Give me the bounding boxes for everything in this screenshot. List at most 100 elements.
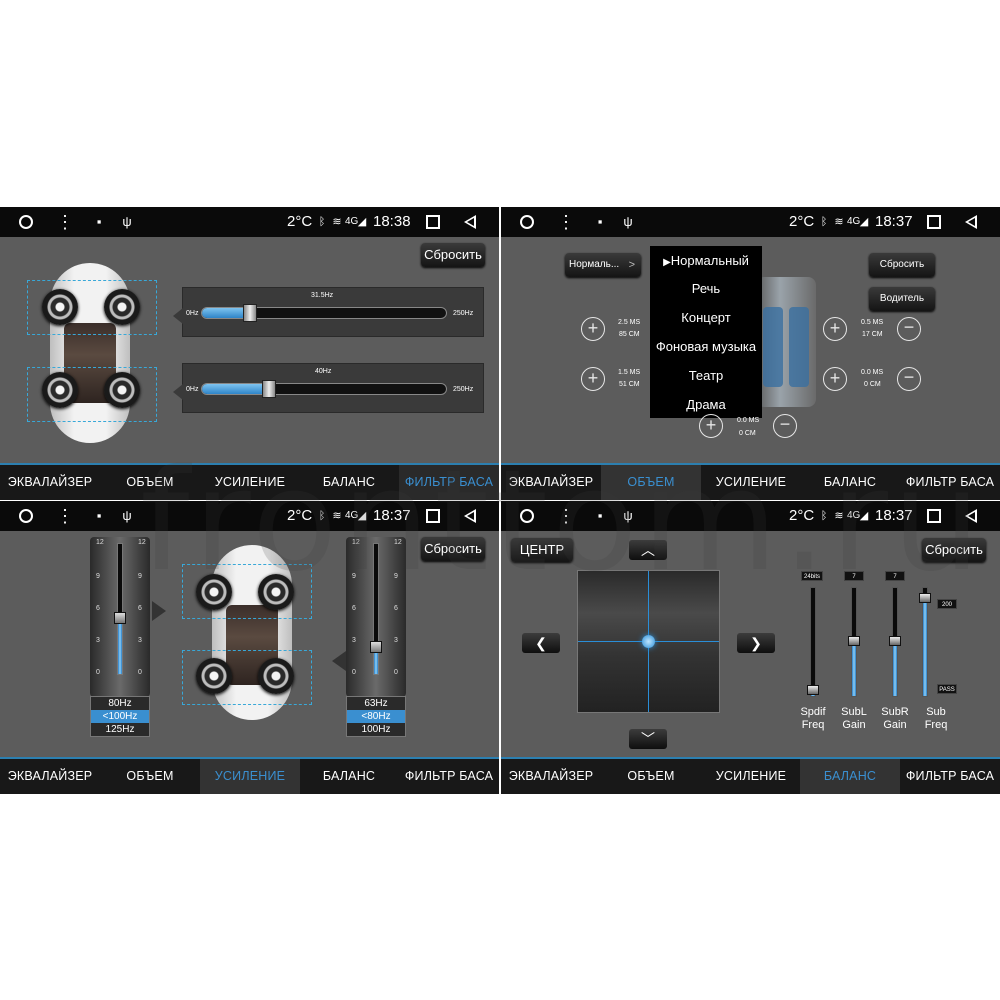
freq-option[interactable]: 100Hz bbox=[347, 723, 405, 736]
slider-thumb[interactable] bbox=[262, 380, 276, 398]
tab-volume[interactable]: ОБЪЕМ bbox=[100, 465, 200, 500]
home-circle-icon[interactable] bbox=[19, 509, 33, 523]
scale-label: 9 bbox=[138, 573, 142, 580]
label-line1: Spdif bbox=[800, 706, 826, 718]
slider-thumb[interactable] bbox=[243, 304, 257, 322]
more-vert-icon[interactable]: ⋮ bbox=[557, 207, 575, 237]
home-circle-icon[interactable] bbox=[520, 215, 534, 229]
preset-dropdown[interactable]: Нормаль... > bbox=[565, 253, 641, 277]
speaker-rear-right-icon bbox=[104, 372, 140, 408]
slider-fill bbox=[202, 384, 270, 394]
tab-bass-filter[interactable]: ФИЛЬТР БАСА bbox=[900, 465, 1000, 500]
tab-equalizer[interactable]: ЭКВАЛАЙЗЕР bbox=[0, 759, 100, 794]
tab-gain[interactable]: УСИЛЕНИЕ bbox=[701, 759, 801, 794]
temperature: 2°C bbox=[789, 213, 815, 230]
wifi-icon: ≋ bbox=[332, 510, 342, 522]
slider-thumb[interactable] bbox=[919, 593, 931, 603]
tab-volume[interactable]: ОБЪЕМ bbox=[601, 465, 701, 500]
more-vert-icon[interactable]: ⋮ bbox=[557, 501, 575, 531]
tab-gain[interactable]: УСИЛЕНИЕ bbox=[200, 465, 300, 500]
more-vert-icon[interactable]: ⋮ bbox=[56, 501, 74, 531]
recent-apps-icon[interactable] bbox=[426, 509, 440, 523]
spdif-freq-slider[interactable] bbox=[810, 587, 816, 697]
tab-volume[interactable]: ОБЪЕМ bbox=[100, 759, 200, 794]
slider-thumb[interactable] bbox=[807, 685, 819, 695]
reset-button[interactable]: Сбросить bbox=[421, 243, 485, 267]
arrow-up-button[interactable]: ︿ bbox=[629, 540, 667, 560]
menu-item-background-music[interactable]: Фоновая музыка bbox=[650, 339, 762, 354]
sub-freq-slider[interactable] bbox=[922, 587, 928, 697]
arrow-down-button[interactable]: ﹀ bbox=[629, 729, 667, 749]
menu-item-speech[interactable]: Речь bbox=[650, 281, 762, 296]
balance-point-icon[interactable] bbox=[642, 635, 655, 648]
tab-gain[interactable]: УСИЛЕНИЕ bbox=[701, 465, 801, 500]
freq-option[interactable]: 125Hz bbox=[91, 723, 149, 736]
signal-icon: ◢ bbox=[859, 216, 869, 228]
tab-bass-filter[interactable]: ФИЛЬТР БАСА bbox=[399, 465, 499, 500]
freq-option-selected[interactable]: <100Hz bbox=[91, 710, 149, 723]
tab-gain[interactable]: УСИЛЕНИЕ bbox=[200, 759, 300, 794]
tab-equalizer[interactable]: ЭКВАЛАЙЗЕР bbox=[0, 465, 100, 500]
scale-label: 12 bbox=[394, 539, 402, 546]
plus-icon[interactable]: + bbox=[581, 317, 605, 341]
freq-option[interactable]: 80Hz bbox=[91, 697, 149, 710]
slider-thumb[interactable] bbox=[889, 636, 901, 646]
clock: 18:37 bbox=[875, 507, 913, 524]
back-icon[interactable] bbox=[965, 509, 977, 523]
menu-item-normal[interactable]: ▶Нормальный bbox=[650, 253, 762, 268]
recent-apps-icon[interactable] bbox=[927, 509, 941, 523]
freq-option-selected[interactable]: <80Hz bbox=[347, 710, 405, 723]
back-icon[interactable] bbox=[965, 215, 977, 229]
recent-apps-icon[interactable] bbox=[927, 215, 941, 229]
menu-item-concert[interactable]: Концерт bbox=[650, 310, 762, 325]
slider-track[interactable] bbox=[117, 543, 123, 675]
tab-balance[interactable]: БАЛАНС bbox=[299, 759, 399, 794]
tab-bass-filter[interactable]: ФИЛЬТР БАСА bbox=[399, 759, 499, 794]
recent-apps-icon[interactable] bbox=[426, 215, 440, 229]
arrow-left-button[interactable]: ❮ bbox=[522, 633, 560, 653]
tab-balance[interactable]: БАЛАНС bbox=[800, 759, 900, 794]
tab-balance[interactable]: БАЛАНС bbox=[299, 465, 399, 500]
freq-option[interactable]: 63Hz bbox=[347, 697, 405, 710]
slider-track[interactable] bbox=[201, 307, 447, 319]
plus-icon[interactable]: + bbox=[581, 367, 605, 391]
slider-track[interactable] bbox=[201, 383, 447, 395]
back-icon[interactable] bbox=[464, 215, 476, 229]
tab-equalizer[interactable]: ЭКВАЛАЙЗЕР bbox=[501, 465, 601, 500]
center-button[interactable]: ЦЕНТР bbox=[511, 538, 573, 562]
left-frequency-picker: 80Hz <100Hz 125Hz bbox=[90, 696, 150, 737]
slider-thumb[interactable] bbox=[370, 641, 382, 653]
plus-icon[interactable]: + bbox=[823, 317, 847, 341]
back-icon[interactable] bbox=[464, 509, 476, 523]
plus-icon[interactable]: + bbox=[823, 367, 847, 391]
reset-button[interactable]: Сбросить bbox=[421, 537, 485, 561]
reset-button[interactable]: Сбросить bbox=[869, 253, 935, 277]
minus-icon[interactable]: − bbox=[773, 414, 797, 438]
speaker-rear-left-icon bbox=[196, 658, 232, 694]
menu-item-theater[interactable]: Театр bbox=[650, 368, 762, 383]
balance-pad[interactable] bbox=[577, 570, 720, 713]
arrow-right-button[interactable]: ❯ bbox=[737, 633, 775, 653]
plus-icon[interactable]: + bbox=[699, 414, 723, 438]
tab-volume[interactable]: ОБЪЕМ bbox=[601, 759, 701, 794]
usb-icon: ψ bbox=[122, 214, 132, 229]
slider-track[interactable] bbox=[373, 543, 379, 675]
driver-button[interactable]: Водитель bbox=[869, 287, 935, 311]
more-vert-icon[interactable]: ⋮ bbox=[56, 207, 74, 237]
tab-bass-filter[interactable]: ФИЛЬТР БАСА bbox=[900, 759, 1000, 794]
usb-icon: ψ bbox=[122, 508, 132, 523]
tab-balance[interactable]: БАЛАНС bbox=[800, 465, 900, 500]
home-circle-icon[interactable] bbox=[19, 215, 33, 229]
minus-icon[interactable]: − bbox=[897, 367, 921, 391]
home-circle-icon[interactable] bbox=[520, 509, 534, 523]
menu-item-drama[interactable]: Драма bbox=[650, 397, 762, 412]
temperature: 2°C bbox=[287, 213, 313, 230]
reset-button[interactable]: Сбросить bbox=[922, 538, 986, 562]
minus-icon[interactable]: − bbox=[897, 317, 921, 341]
slider-thumb[interactable] bbox=[848, 636, 860, 646]
slider-thumb[interactable] bbox=[114, 612, 126, 624]
chevron-right-icon: ❯ bbox=[750, 635, 762, 651]
screenshot-collage: ⋮ ▪ ψ 2°C ᛒ ≋ 4G ◢ 18:38 Сбросить 31.5Hz… bbox=[0, 0, 1000, 1000]
label-line1: Sub bbox=[926, 706, 946, 718]
tab-equalizer[interactable]: ЭКВАЛАЙЗЕР bbox=[501, 759, 601, 794]
